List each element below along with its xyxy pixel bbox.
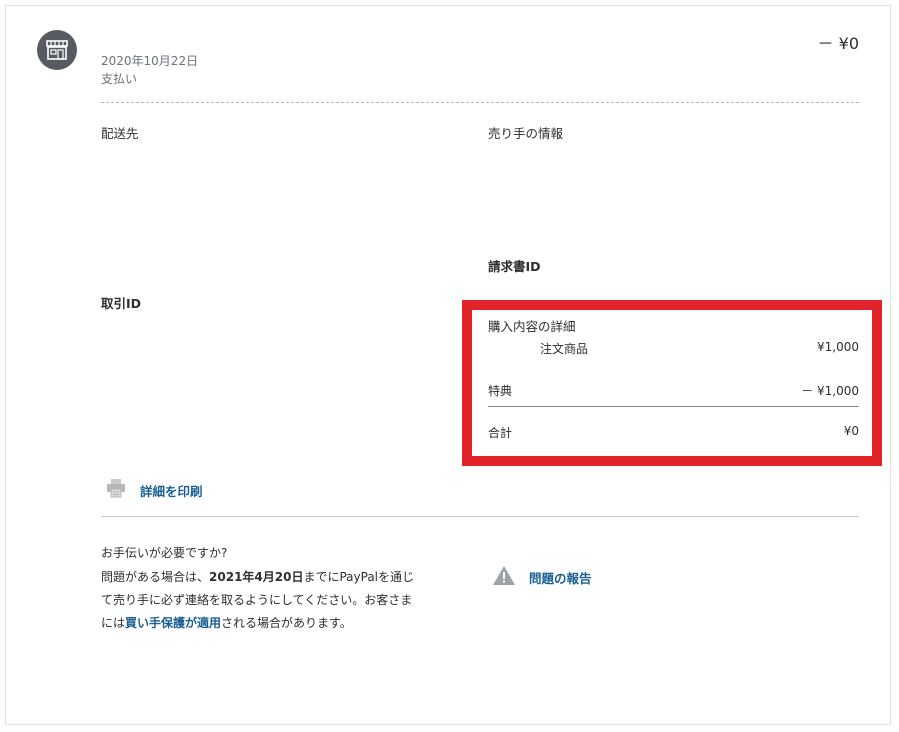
buyer-protection-link[interactable]: 買い手保護が適用 — [125, 616, 221, 630]
purchase-details-highlight — [462, 300, 882, 466]
transaction-id-label: 取引ID — [101, 296, 142, 311]
transaction-type: 支払い — [101, 72, 138, 86]
help-text-part-1: 問題がある場合は、 — [101, 570, 210, 584]
report-problem-link[interactable]: 問題の報告 — [529, 568, 592, 587]
printer-icon[interactable] — [106, 478, 126, 502]
transaction-amount: － ¥0 — [817, 34, 859, 53]
help-text-part-3: される場合があります。 — [221, 616, 352, 630]
report-problem-label: 問題の報告 — [529, 571, 592, 586]
header-divider — [101, 102, 859, 103]
seller-info-label: 売り手の情報 — [488, 126, 564, 141]
shipping-address-label: 配送先 — [101, 126, 139, 141]
warning-icon[interactable] — [492, 565, 516, 590]
help-deadline: 2021年4月20日 — [209, 570, 304, 584]
section-divider — [101, 516, 859, 517]
transaction-date: 2020年10月22日 — [101, 54, 199, 68]
invoice-id-label: 請求書ID — [488, 259, 541, 274]
print-details-label: 詳細を印刷 — [140, 484, 203, 499]
print-details-link[interactable]: 詳細を印刷 — [140, 481, 203, 500]
help-title: お手伝いが必要ですか? — [101, 546, 228, 560]
store-icon — [37, 30, 77, 70]
help-text: 問題がある場合は、2021年4月20日までにPayPalを通じて売り手に必ず連絡… — [101, 566, 416, 635]
